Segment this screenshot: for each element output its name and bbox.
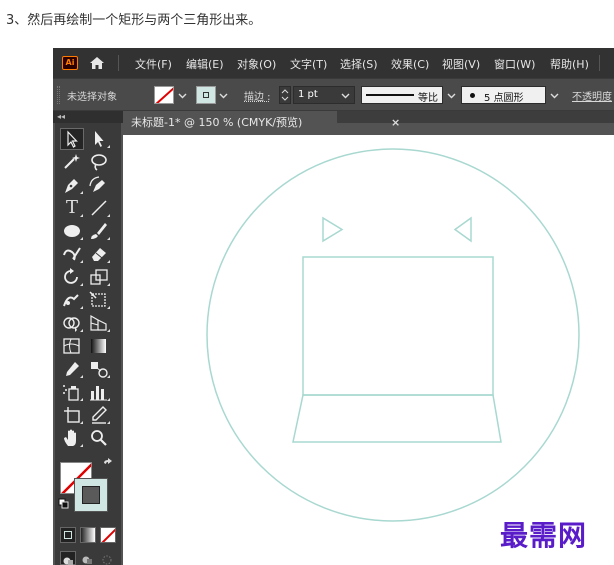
pen-tool-icon[interactable] <box>60 174 84 196</box>
symbol-sprayer-tool-icon[interactable] <box>60 381 84 403</box>
zoom-tool-icon[interactable] <box>87 427 111 449</box>
draw-inside-button[interactable] <box>100 551 116 565</box>
stroke-stepper[interactable] <box>279 86 291 104</box>
brush-dot-icon <box>470 93 475 98</box>
menu-select[interactable]: 选择(S) <box>340 56 378 72</box>
chevron-down-icon[interactable] <box>177 90 188 101</box>
warp-tool-icon[interactable] <box>60 289 84 311</box>
menu-window[interactable]: 窗口(W) <box>494 56 535 72</box>
opacity-label[interactable]: 不透明度 <box>572 88 612 103</box>
menu-divider <box>118 55 119 71</box>
scale-tool-icon[interactable] <box>87 266 111 288</box>
lasso-tool-icon[interactable] <box>87 151 111 173</box>
menu-bar: Ai 文件(F) 编辑(E) 对象(O) 文字(T) 选择(S) 效果(C) 视… <box>53 48 614 78</box>
menu-file[interactable]: 文件(F) <box>135 56 172 72</box>
menu-effect[interactable]: 效果(C) <box>391 56 429 72</box>
type-tool-icon[interactable]: T <box>60 197 84 219</box>
chevron-down-icon[interactable] <box>218 90 229 101</box>
stroke-label[interactable]: 描边 : <box>244 88 271 103</box>
column-graph-tool-icon[interactable] <box>87 381 111 403</box>
selection-tool-icon[interactable] <box>60 128 84 150</box>
eraser-tool-icon[interactable] <box>87 243 111 265</box>
rectangle-shape <box>302 256 494 396</box>
menu-help[interactable]: 帮助(H) <box>550 56 589 72</box>
profile-line <box>366 94 414 96</box>
draw-behind-icon <box>82 556 92 564</box>
variable-width-profile[interactable]: 等比 <box>361 86 443 104</box>
triangle-left-shape <box>322 216 344 243</box>
artboard-canvas[interactable] <box>123 135 614 565</box>
chevron-down-icon[interactable] <box>446 90 457 101</box>
tab-document[interactable]: 未标题-1* @ 150 % (CMYK/预览) × <box>123 111 400 135</box>
color-mode-inner <box>64 531 72 539</box>
color-mode-button[interactable] <box>60 527 76 543</box>
blend-tool-icon[interactable] <box>87 358 111 380</box>
draw-mode-row <box>60 551 118 565</box>
instruction-caption: 3、然后再绘制一个矩形与两个三角形出来。 <box>6 13 262 28</box>
stepper-arrows-icon <box>281 89 289 101</box>
gradient-mode-button[interactable] <box>80 527 96 543</box>
paintbrush-tool-icon[interactable] <box>87 220 111 242</box>
no-stroke-icon <box>155 87 173 103</box>
stroke-weight-value: 1 pt <box>298 89 318 100</box>
magic-wand-tool-icon[interactable] <box>60 151 84 173</box>
shaper-tool-icon[interactable] <box>60 243 84 265</box>
menu-type[interactable]: 文字(T) <box>290 56 327 72</box>
profile-label: 等比 <box>418 93 438 104</box>
draw-normal-button[interactable] <box>60 551 76 565</box>
close-icon[interactable]: × <box>391 111 403 135</box>
brush-label: 5 点圆形 <box>484 93 524 104</box>
shape-builder-tool-icon[interactable] <box>60 312 84 334</box>
document-tab-title: 未标题-1* @ 150 % (CMYK/预览) <box>131 116 303 129</box>
panel-grip[interactable] <box>57 86 60 104</box>
draw-behind-button[interactable] <box>80 551 96 565</box>
menu-object[interactable]: 对象(O) <box>237 56 276 72</box>
free-transform-tool-icon[interactable] <box>87 289 111 311</box>
trapezoid-shape <box>292 394 502 443</box>
home-icon[interactable] <box>89 56 105 70</box>
none-mode-button[interactable] <box>100 527 116 543</box>
chevron-down-icon[interactable] <box>549 90 560 101</box>
fill-color-swatch[interactable] <box>196 86 216 104</box>
selection-status: 未选择对象 <box>67 92 117 103</box>
artwork <box>206 148 580 522</box>
menu-view[interactable]: 视图(V) <box>442 56 480 72</box>
stroke-color-swatch[interactable] <box>154 86 174 104</box>
curvature-tool-icon[interactable] <box>87 174 111 196</box>
default-colors-icon[interactable] <box>58 498 70 510</box>
triangle-right-shape <box>453 216 472 243</box>
toolbar-collapse[interactable]: ◂◂ <box>53 111 123 123</box>
fill-stroke-widget <box>58 458 118 518</box>
rotate-tool-icon[interactable] <box>60 266 84 288</box>
draw-inside-icon <box>102 555 112 565</box>
stroke-active-swatch[interactable] <box>74 478 108 512</box>
chevron-down-icon[interactable] <box>340 90 351 101</box>
ellipse-tool-icon[interactable] <box>60 220 84 242</box>
control-bar: 未选择对象 描边 : 1 pt 等比 5 点圆形 不透明度 <box>53 78 614 111</box>
fill-swatch-inner <box>203 92 209 98</box>
draw-normal-icon <box>63 557 73 565</box>
mesh-tool-icon[interactable] <box>60 335 84 357</box>
none-icon <box>101 528 115 542</box>
color-mode-row <box>60 527 118 543</box>
direct-selection-tool-icon[interactable] <box>87 128 111 150</box>
menu-divider-right <box>599 55 600 71</box>
site-watermark: 最需网 <box>500 519 588 552</box>
tools-panel: T <box>55 123 121 565</box>
circle-shape <box>206 148 580 522</box>
menu-edit[interactable]: 编辑(E) <box>186 56 224 72</box>
stroke-inner <box>82 486 100 504</box>
eyedropper-tool-icon[interactable] <box>60 358 84 380</box>
perspective-grid-tool-icon[interactable] <box>87 312 111 334</box>
gradient-tool-icon[interactable] <box>87 335 111 357</box>
ai-logo: Ai <box>62 56 78 70</box>
hand-tool-icon[interactable] <box>60 427 84 449</box>
brush-definition[interactable]: 5 点圆形 <box>461 86 546 104</box>
slice-tool-icon[interactable] <box>87 404 111 426</box>
swap-arrow-icon[interactable] <box>102 458 114 470</box>
line-tool-icon[interactable] <box>87 197 111 219</box>
illustrator-window: Ai 文件(F) 编辑(E) 对象(O) 文字(T) 选择(S) 效果(C) 视… <box>53 48 614 565</box>
artboard-tool-icon[interactable] <box>60 404 84 426</box>
